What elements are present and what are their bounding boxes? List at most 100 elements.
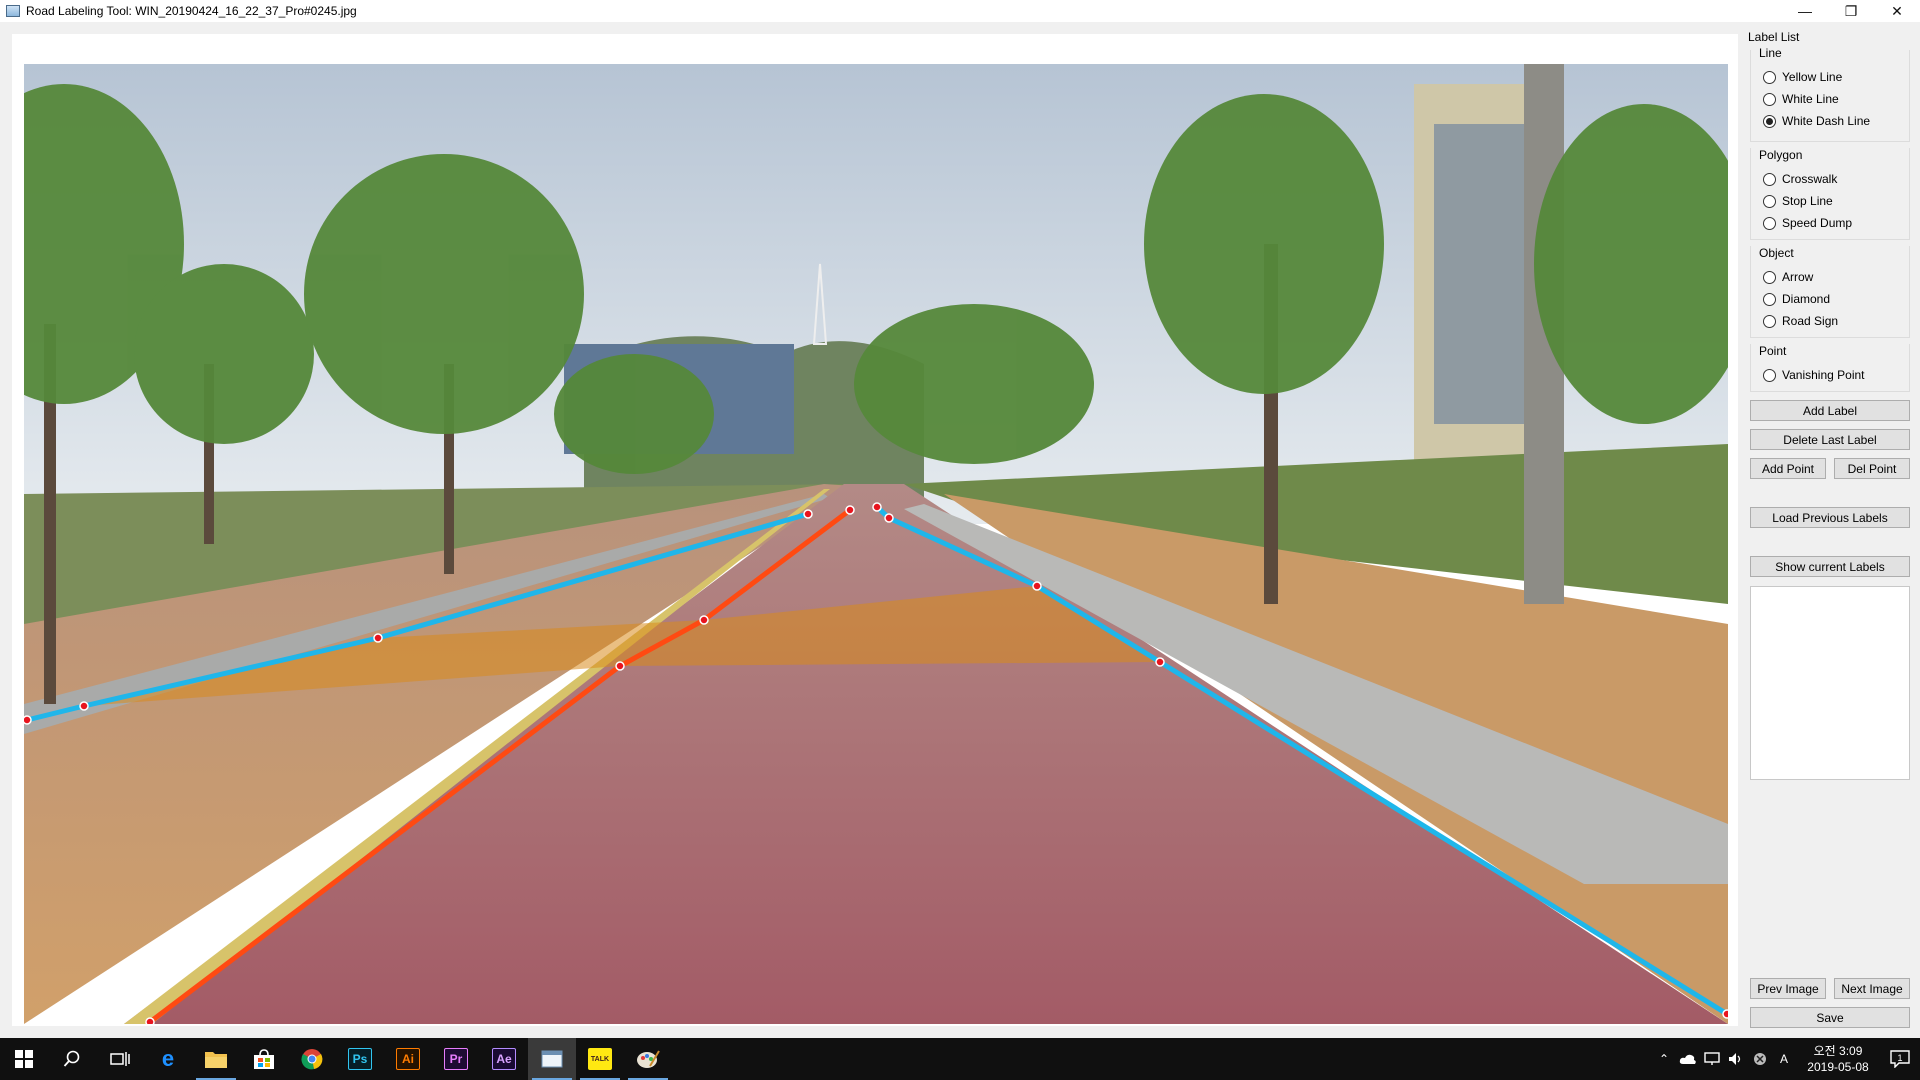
close-button[interactable]: ✕ xyxy=(1874,0,1920,22)
load-previous-labels-button[interactable]: Load Previous Labels xyxy=(1750,507,1910,528)
group-title-line: Line xyxy=(1759,46,1782,60)
radio-button[interactable] xyxy=(1763,172,1776,186)
radio-label: Speed Dump xyxy=(1782,216,1853,230)
radio-label: Crosswalk xyxy=(1782,172,1838,186)
radio-button[interactable] xyxy=(1763,216,1776,230)
radio-yellow-line[interactable]: Yellow Line xyxy=(1763,68,1842,86)
action-center-button[interactable]: 1 xyxy=(1880,1038,1920,1080)
network-icon[interactable] xyxy=(1700,1038,1724,1080)
radio-label: White Dash Line xyxy=(1782,114,1871,128)
photoshop-icon: Ps xyxy=(348,1048,372,1070)
illustrator-icon: Ai xyxy=(396,1048,420,1070)
search-icon xyxy=(63,1050,80,1067)
chevron-up-icon: ⌃ xyxy=(1658,1052,1670,1066)
show-current-labels-button[interactable]: Show current Labels xyxy=(1750,556,1910,577)
label-panel: Label List Line Yellow Line White Line W… xyxy=(1748,30,1912,1034)
radio-label: Road Sign xyxy=(1782,314,1839,328)
group-title-polygon: Polygon xyxy=(1759,148,1803,162)
add-point-button[interactable]: Add Point xyxy=(1750,458,1826,479)
group-polygon: Polygon Crosswalk Stop Line Speed Dump xyxy=(1750,148,1910,240)
panel-title: Label List xyxy=(1748,30,1800,44)
radio-button[interactable] xyxy=(1763,314,1776,328)
label-listbox[interactable] xyxy=(1750,586,1910,780)
folder-icon xyxy=(205,1052,227,1068)
radio-label: Stop Line xyxy=(1782,194,1833,208)
taskbar-kakaotalk[interactable]: TALK xyxy=(576,1038,624,1080)
show-hidden-icons-button[interactable]: ⌃ xyxy=(1652,1038,1676,1080)
cloud-icon xyxy=(1679,1054,1696,1064)
volume-icon[interactable] xyxy=(1724,1038,1748,1080)
radio-stop-line[interactable]: Stop Line xyxy=(1763,192,1833,210)
road-scene[interactable] xyxy=(24,64,1728,1024)
radio-label: Yellow Line xyxy=(1782,70,1843,84)
taskbar-photoshop[interactable]: Ps xyxy=(336,1038,384,1080)
chrome-icon xyxy=(301,1049,323,1070)
speaker-icon xyxy=(1729,1053,1741,1065)
taskbar-chrome[interactable] xyxy=(288,1038,336,1080)
add-label-button[interactable]: Add Label xyxy=(1750,400,1910,421)
radio-button[interactable] xyxy=(1763,92,1776,106)
taskbar-edge[interactable]: e xyxy=(144,1038,192,1080)
radio-crosswalk[interactable]: Crosswalk xyxy=(1763,170,1837,188)
windows-logo-icon xyxy=(15,1050,33,1068)
circle-x-icon xyxy=(1754,1053,1766,1065)
after-effects-icon: Ae xyxy=(492,1048,516,1070)
radio-button[interactable] xyxy=(1763,368,1776,382)
radio-label: Arrow xyxy=(1782,270,1814,284)
taskbar: e Ps Ai Pr Ae TALK ⌃ A 오전 3:09 2019-05-0… xyxy=(0,1038,1920,1080)
radio-vanishing-point[interactable]: Vanishing Point xyxy=(1763,366,1865,384)
window-title: Road Labeling Tool: WIN_20190424_16_22_3… xyxy=(26,4,357,18)
radio-button[interactable] xyxy=(1763,70,1776,84)
minimize-button[interactable]: — xyxy=(1782,0,1828,22)
app-icon xyxy=(6,5,20,17)
monitor-icon xyxy=(1704,1052,1720,1065)
clock-date: 2019-05-08 xyxy=(1807,1060,1869,1074)
title-bar[interactable]: Road Labeling Tool: WIN_20190424_16_22_3… xyxy=(0,0,1920,22)
taskbar-store[interactable] xyxy=(240,1038,288,1080)
radio-button[interactable] xyxy=(1763,270,1776,284)
group-title-object: Object xyxy=(1759,246,1794,260)
paint-icon xyxy=(637,1050,660,1068)
prev-image-button[interactable]: Prev Image xyxy=(1750,978,1826,999)
radio-button[interactable] xyxy=(1763,292,1776,306)
radio-label: Vanishing Point xyxy=(1782,368,1865,382)
clock[interactable]: 오전 3:09 2019-05-08 xyxy=(1796,1043,1880,1075)
task-view-button[interactable] xyxy=(96,1038,144,1080)
group-object: Object Arrow Diamond Road Sign xyxy=(1750,246,1910,338)
onedrive-icon[interactable] xyxy=(1676,1038,1700,1080)
radio-road-sign[interactable]: Road Sign xyxy=(1763,312,1838,330)
start-button[interactable] xyxy=(0,1038,48,1080)
taskbar-after-effects[interactable]: Ae xyxy=(480,1038,528,1080)
radio-button[interactable] xyxy=(1763,194,1776,208)
edge-icon: e xyxy=(161,1046,175,1071)
road-image-canvas[interactable] xyxy=(24,64,1728,1024)
radio-label: White Line xyxy=(1782,92,1839,106)
next-image-button[interactable]: Next Image xyxy=(1834,978,1910,999)
taskbar-labeling-tool[interactable] xyxy=(528,1038,576,1080)
ime-indicator[interactable]: A xyxy=(1772,1038,1796,1080)
building-facade xyxy=(1434,124,1524,424)
del-point-button[interactable]: Del Point xyxy=(1834,458,1910,479)
restore-button[interactable]: ❐ xyxy=(1828,0,1874,22)
group-point: Point Vanishing Point xyxy=(1750,344,1910,392)
taskbar-paint[interactable] xyxy=(624,1038,672,1080)
radio-speed-dump[interactable]: Speed Dump xyxy=(1763,214,1852,232)
radio-white-dash-line[interactable]: White Dash Line xyxy=(1763,112,1870,130)
labeling-tool-icon xyxy=(541,1050,563,1068)
radio-white-line[interactable]: White Line xyxy=(1763,90,1839,108)
app-window: Road Labeling Tool: WIN_20190424_16_22_3… xyxy=(0,0,1920,1080)
window-controls: — ❐ ✕ xyxy=(1782,0,1920,22)
save-button[interactable]: Save xyxy=(1750,1007,1910,1028)
delete-last-label-button[interactable]: Delete Last Label xyxy=(1750,429,1910,450)
notification-count: 1 xyxy=(1897,1053,1902,1063)
kakaotalk-icon: TALK xyxy=(588,1048,612,1070)
taskbar-premiere[interactable]: Pr xyxy=(432,1038,480,1080)
radio-diamond[interactable]: Diamond xyxy=(1763,290,1830,308)
radio-arrow[interactable]: Arrow xyxy=(1763,268,1813,286)
radio-button-checked[interactable] xyxy=(1763,114,1776,128)
premiere-icon: Pr xyxy=(444,1048,468,1070)
search-button[interactable] xyxy=(48,1038,96,1080)
status-icon[interactable] xyxy=(1748,1038,1772,1080)
taskbar-illustrator[interactable]: Ai xyxy=(384,1038,432,1080)
taskbar-file-explorer[interactable] xyxy=(192,1038,240,1080)
